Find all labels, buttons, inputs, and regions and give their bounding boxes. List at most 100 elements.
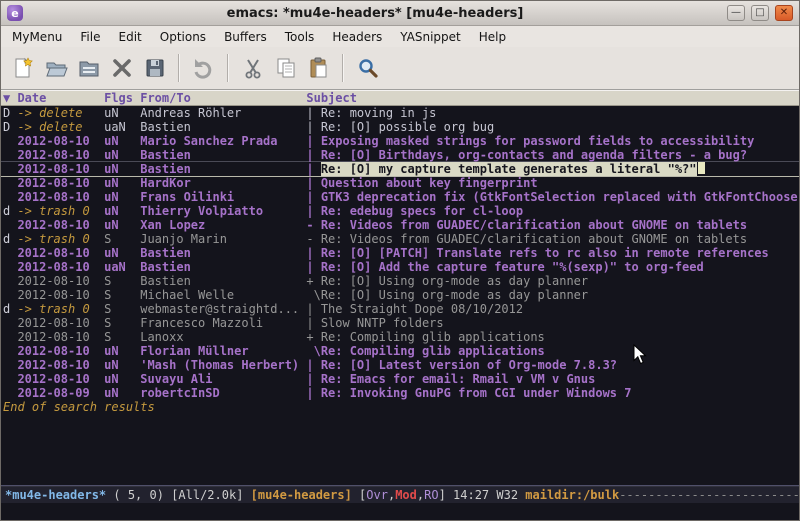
menu-item-tools[interactable]: Tools — [276, 28, 324, 46]
column-header-from[interactable]: From/To — [140, 91, 299, 105]
modeline-comma: , — [417, 488, 424, 502]
message-row[interactable]: 2012-08-09uNrobertcInSD|Re: Invoking Gnu… — [1, 386, 799, 400]
paste-icon — [307, 56, 331, 80]
message-row[interactable]: d-> trash 0uNThierry Volpiatto|Re: edebu… — [1, 204, 799, 218]
minimize-button[interactable]: — — [727, 5, 745, 21]
save-icon — [143, 56, 167, 80]
message-from: Thierry Volpiatto — [140, 204, 299, 218]
message-subject: Re: [O] Birthdays, org-contacts and agen… — [321, 148, 747, 162]
new-file-button[interactable] — [6, 52, 39, 85]
cut-button[interactable] — [236, 52, 269, 85]
message-row[interactable]: 2012-08-10uNBastien|Re: [O] [PATCH] Tran… — [1, 246, 799, 260]
message-subject: Re: Compiling glib applications — [321, 330, 545, 344]
maximize-button[interactable]: □ — [751, 5, 769, 21]
message-row[interactable]: D-> deleteuNAndreas Röhler|Re: moving in… — [1, 106, 799, 120]
message-row[interactable]: 2012-08-10uNXan Lopez-Re: Videos from GU… — [1, 218, 799, 232]
menu-item-headers[interactable]: Headers — [323, 28, 391, 46]
message-mark-char — [3, 316, 10, 330]
modeline-readonly-indicator[interactable]: RO — [424, 488, 438, 502]
message-from: 'Mash (Thomas Herbert) — [140, 358, 299, 372]
message-row[interactable]: 2012-08-10uN'Mash (Thomas Herbert)|Re: [… — [1, 358, 799, 372]
message-row[interactable]: 2012-08-10uNFrans Oilinki|GTK3 deprecati… — [1, 190, 799, 204]
modeline-major-mode[interactable]: [mu4e-headers] — [251, 488, 352, 502]
message-subject: Re: [O] Latest version of Org-mode 7.8.3… — [321, 358, 617, 372]
message-flags: S — [104, 232, 133, 246]
title-bar[interactable]: e emacs: *mu4e-headers* [mu4e-headers] —… — [1, 1, 799, 26]
paste-button[interactable] — [302, 52, 335, 85]
message-row[interactable]: 2012-08-10uNBastien|Re: [O] my capture t… — [1, 162, 799, 176]
message-row[interactable]: 2012-08-10uNSuvayu Ali|Re: Emacs for ema… — [1, 372, 799, 386]
message-flags: uN — [104, 386, 133, 400]
message-from: Bastien — [140, 120, 299, 134]
message-flags: uN — [104, 218, 133, 232]
menu-item-file[interactable]: File — [71, 28, 109, 46]
column-header-date[interactable]: Date — [17, 91, 89, 105]
message-date-or-mark: -> delete — [17, 120, 89, 134]
message-row[interactable]: 2012-08-10uNHardKor|Question about key f… — [1, 176, 799, 190]
message-row[interactable]: d-> trash 0SJuanjo Marin-Re: Videos from… — [1, 232, 799, 246]
message-from: robertcInSD — [140, 386, 299, 400]
message-subject: Re: [O] possible org bug — [321, 120, 494, 134]
sort-direction-icon[interactable]: ▼ — [3, 91, 10, 105]
modeline-buffer-name[interactable]: *mu4e-headers* — [5, 488, 106, 502]
column-header-flags[interactable]: Flgs — [104, 91, 133, 105]
menu-item-edit[interactable]: Edit — [110, 28, 151, 46]
echo-area[interactable] — [1, 503, 799, 520]
modeline-size: [All/2.0k] — [171, 488, 250, 502]
copy-button[interactable] — [269, 52, 302, 85]
menu-item-options[interactable]: Options — [151, 28, 215, 46]
thread-connector: | — [306, 204, 320, 218]
end-of-results: End of search results — [1, 400, 799, 414]
message-mark-char — [3, 148, 10, 162]
message-flags: uN — [104, 148, 133, 162]
thread-connector: | — [306, 134, 320, 148]
modeline-modified-indicator[interactable]: Mod — [395, 488, 417, 502]
message-row[interactable]: 2012-08-10SFrancesco Mazzoli|Slow NNTP f… — [1, 316, 799, 330]
menu-item-help[interactable]: Help — [470, 28, 515, 46]
message-row[interactable]: 2012-08-10uNFlorian Müllner \Re: Compili… — [1, 344, 799, 358]
mode-line[interactable]: *mu4e-headers* ( 5, 0) [All/2.0k] [mu4e-… — [1, 485, 799, 503]
message-row[interactable]: 2012-08-10uNBastien|Re: [O] Birthdays, o… — [1, 148, 799, 162]
thread-connector: | — [306, 372, 320, 386]
message-subject: Exposing masked strings for password fie… — [321, 134, 754, 148]
dired-icon — [77, 56, 101, 80]
message-from: Michael Welle — [140, 288, 299, 302]
close-button[interactable]: ✕ — [775, 5, 793, 21]
menu-item-mymenu[interactable]: MyMenu — [3, 28, 71, 46]
message-date-or-mark: -> delete — [17, 106, 89, 120]
thread-connector: - — [306, 232, 320, 246]
message-from: Juanjo Marin — [140, 232, 299, 246]
message-flags: uN — [104, 106, 133, 120]
search-button[interactable] — [351, 52, 384, 85]
message-mark-char: D — [3, 120, 10, 134]
modeline-overwrite-indicator[interactable]: Ovr — [366, 488, 388, 502]
kill-buffer-button[interactable] — [105, 52, 138, 85]
menu-item-yasnippet[interactable]: YASnippet — [391, 28, 470, 46]
message-mark-char — [3, 190, 10, 204]
message-row[interactable]: 2012-08-10SLanoxx+Re: Compiling glib app… — [1, 330, 799, 344]
message-row[interactable]: 2012-08-10uNMario Sanchez Prada|Exposing… — [1, 134, 799, 148]
message-row[interactable]: 2012-08-10SBastien+Re: [O] Using org-mod… — [1, 274, 799, 288]
message-row[interactable]: d-> trash 0Swebmaster@straightd...|The S… — [1, 302, 799, 316]
message-mark-char — [3, 218, 10, 232]
message-from: Xan Lopez — [140, 218, 299, 232]
save-button[interactable] — [138, 52, 171, 85]
message-mark-char — [3, 344, 10, 358]
menu-item-buffers[interactable]: Buffers — [215, 28, 276, 46]
window-title: emacs: *mu4e-headers* [mu4e-headers] — [29, 6, 721, 21]
undo-button[interactable] — [187, 52, 220, 85]
kill-buffer-icon — [110, 56, 134, 80]
message-row[interactable]: 2012-08-10uaNBastien|Re: [O] Add the cap… — [1, 260, 799, 274]
column-header-subject[interactable]: Subject — [306, 91, 357, 105]
message-row[interactable]: D-> deleteuaNBastien|Re: [O] possible or… — [1, 120, 799, 134]
message-subject: Question about key fingerprint — [321, 176, 538, 190]
thread-connector: | — [306, 316, 320, 330]
message-date-or-mark: 2012-08-10 — [17, 148, 89, 162]
modeline-filler: -------------------------- — [619, 488, 799, 502]
open-file-button[interactable] — [39, 52, 72, 85]
thread-connector: - — [306, 218, 320, 232]
message-flags: uN — [104, 134, 133, 148]
dired-button[interactable] — [72, 52, 105, 85]
message-row[interactable]: 2012-08-10SMichael Welle \Re: [O] Using … — [1, 288, 799, 302]
message-mark-char — [3, 274, 10, 288]
